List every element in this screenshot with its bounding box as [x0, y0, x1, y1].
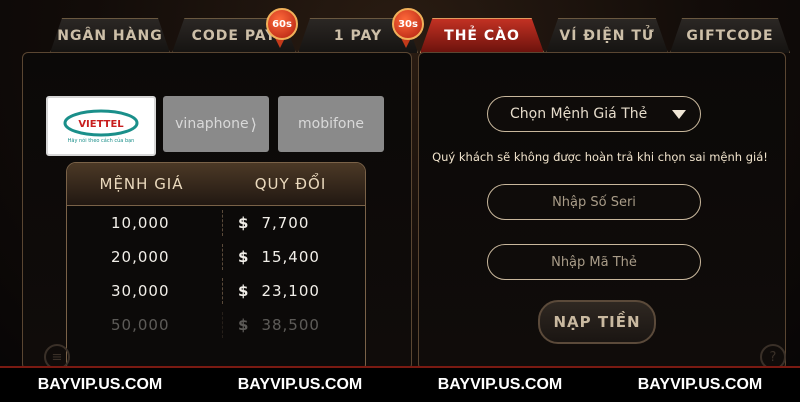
row-exchange-value: 23,100	[261, 282, 320, 300]
tab-label: 1 PAY	[333, 28, 383, 44]
vinaphone-logo-icon: ⟩	[250, 114, 257, 134]
currency-icon: $	[238, 214, 250, 232]
denomination-warning: Quý khách sẽ không được hoàn trả khi chọ…	[432, 150, 768, 164]
carrier-viettel[interactable]: VIETTEL Hãy nói theo cách của bạn	[46, 96, 156, 156]
denomination-select[interactable]: Chọn Mệnh Giá Thẻ	[487, 96, 701, 132]
table-row: 10,000 $7,700	[67, 206, 365, 240]
row-exchange: $15,400	[222, 248, 365, 266]
row-denomination: 20,000	[111, 248, 170, 266]
timer-badge: 60s	[266, 8, 298, 40]
tab-label: NGÂN HÀNG	[57, 28, 163, 44]
card-code-placeholder: Nhập Mã Thẻ	[551, 254, 637, 270]
rate-table: MỆNH GIÁ QUY ĐỔI 10,000 $7,700 20,000 $1…	[66, 162, 366, 374]
row-denomination: 10,000	[111, 214, 170, 232]
currency-icon: $	[238, 282, 250, 300]
tab-label: GIFTCODE	[686, 28, 774, 44]
tab-scratch-card[interactable]: THẺ CÀO	[420, 18, 544, 53]
top-up-button[interactable]: NẠP TIỀN	[538, 300, 656, 344]
caret-down-icon	[672, 110, 686, 119]
serial-input[interactable]: Nhập Số Seri	[487, 184, 701, 220]
viettel-tagline: Hãy nói theo cách của bạn	[67, 138, 135, 144]
tab-bank[interactable]: NGÂN HÀNG	[50, 18, 170, 53]
svg-text:VIETTEL: VIETTEL	[78, 119, 124, 130]
row-denomination: 50,000	[111, 316, 170, 334]
table-row: 50,000 $38,500	[67, 308, 365, 342]
tab-label: VÍ ĐIỆN TỬ	[559, 28, 655, 44]
row-exchange: $38,500	[222, 316, 365, 334]
timer-badge: 30s	[392, 8, 424, 40]
currency-icon: $	[238, 316, 250, 334]
table-header: MỆNH GIÁ QUY ĐỔI	[67, 163, 365, 206]
header-denomination: MỆNH GIÁ	[99, 175, 184, 193]
watermark-bar: BAYVIP.US.COM BAYVIP.US.COM BAYVIP.US.CO…	[0, 366, 800, 402]
row-exchange-value: 7,700	[261, 214, 310, 232]
carrier-vinaphone[interactable]: vinaphone ⟩	[163, 96, 269, 152]
card-code-input[interactable]: Nhập Mã Thẻ	[487, 244, 701, 280]
vinaphone-label: vinaphone	[175, 116, 249, 132]
table-row: 30,000 $23,100	[67, 274, 365, 308]
watermark-text: BAYVIP.US.COM	[237, 376, 363, 393]
watermark-text: BAYVIP.US.COM	[37, 376, 163, 393]
row-exchange-value: 15,400	[261, 248, 320, 266]
currency-icon: $	[238, 248, 250, 266]
denomination-select-label: Chọn Mệnh Giá Thẻ	[510, 106, 648, 122]
mobifone-label: mobifone	[298, 116, 364, 132]
row-exchange: $7,700	[222, 214, 365, 232]
row-exchange: $23,100	[222, 282, 365, 300]
tab-label: THẺ CÀO	[444, 28, 520, 44]
serial-placeholder: Nhập Số Seri	[552, 194, 636, 210]
row-exchange-value: 38,500	[261, 316, 320, 334]
tab-e-wallet[interactable]: VÍ ĐIỆN TỬ	[546, 18, 668, 53]
table-row: 20,000 $15,400	[67, 240, 365, 274]
row-denomination: 30,000	[111, 282, 170, 300]
tab-label: CODE PAY	[191, 28, 277, 44]
watermark-text: BAYVIP.US.COM	[437, 376, 563, 393]
watermark-text: BAYVIP.US.COM	[637, 376, 763, 393]
viettel-logo-icon: VIETTEL	[63, 109, 139, 137]
tab-giftcode[interactable]: GIFTCODE	[670, 18, 790, 53]
topup-window: NGÂN HÀNG CODE PAY 60s 1 PAY 30s THẺ CÀO…	[0, 0, 800, 402]
header-exchange: QUY ĐỔI	[254, 175, 327, 193]
carrier-mobifone[interactable]: mobifone	[278, 96, 384, 152]
